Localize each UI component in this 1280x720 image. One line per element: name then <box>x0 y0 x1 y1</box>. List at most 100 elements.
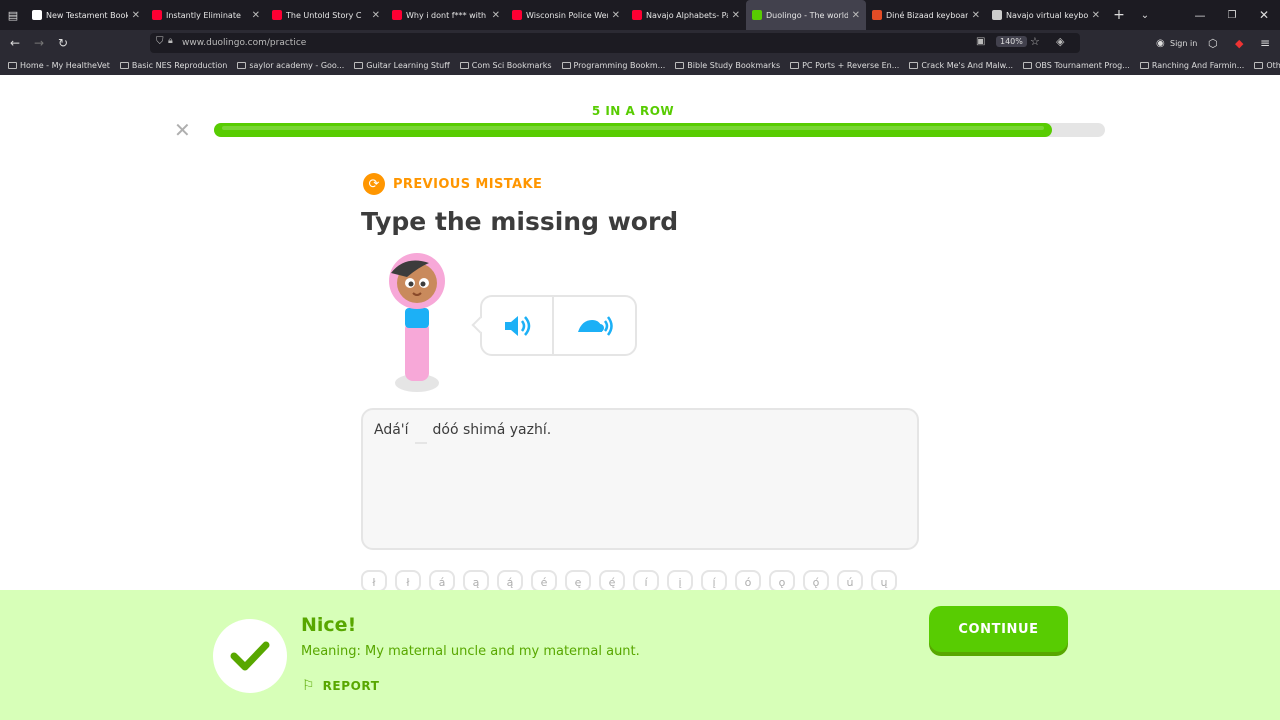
special-char-key[interactable]: ǫ <box>769 570 795 592</box>
special-characters: ł ł á ą ą́ é ę ę́ í į į́ ó ǫ ǫ́ ú ų <box>361 570 897 592</box>
folder-icon <box>237 62 247 69</box>
close-tab-icon[interactable]: ✕ <box>252 10 260 21</box>
progress-track <box>214 123 1105 137</box>
back-icon[interactable]: ← <box>10 36 20 50</box>
bookmark-item[interactable]: Com Sci Bookmarks <box>459 61 552 70</box>
special-char-key[interactable]: ę <box>565 570 591 592</box>
special-char-key[interactable]: ł <box>361 570 387 592</box>
progress-fill <box>214 123 1052 137</box>
speech-bubble <box>471 295 637 356</box>
tab-item[interactable]: Duolingo - The world's ✕ <box>746 0 866 30</box>
account-icon[interactable]: ◉ <box>1156 38 1165 49</box>
url-bar[interactable]: ⛉ 🔒︎ www.duolingo.com/practice 140% ▣ ☆ … <box>150 33 1080 53</box>
special-char-key[interactable]: į <box>667 570 693 592</box>
missing-word-input[interactable] <box>414 422 427 444</box>
ublock-icon[interactable]: ◆ <box>1235 37 1243 50</box>
bookmark-item[interactable]: saylor academy - Goo... <box>237 61 344 70</box>
lock-icon: 🔒︎ <box>168 36 173 46</box>
extensions-icon[interactable]: ⬡ <box>1208 37 1218 50</box>
new-tab-icon[interactable]: + <box>1106 7 1132 23</box>
tab-item[interactable]: Diné Bizaad keyboard ✕ <box>866 0 986 30</box>
restore-icon[interactable]: ❐ <box>1216 10 1248 21</box>
special-char-key[interactable]: ó <box>735 570 761 592</box>
bookmark-item[interactable]: PC Ports + Reverse En... <box>790 61 899 70</box>
tab-label: Duolingo - The world's <box>766 10 848 20</box>
close-tab-icon[interactable]: ✕ <box>732 10 740 21</box>
special-char-key[interactable]: ú <box>837 570 863 592</box>
tab-item[interactable]: Navajo Alphabets- Pari ✕ <box>626 0 746 30</box>
tab-list-icon[interactable]: ▤ <box>0 9 26 22</box>
play-audio-button[interactable] <box>482 297 554 354</box>
report-button[interactable]: ⚐ REPORT <box>302 678 379 694</box>
continue-button[interactable]: CONTINUE <box>929 606 1068 652</box>
bookmark-item[interactable]: OBS Tournament Prog... <box>1023 61 1130 70</box>
close-tab-icon[interactable]: ✕ <box>1092 10 1100 21</box>
bookmark-item[interactable]: Programming Bookm... <box>561 61 666 70</box>
special-char-key[interactable]: ų <box>871 570 897 592</box>
zoom-level[interactable]: 140% <box>996 36 1027 47</box>
special-char-key[interactable]: í <box>633 570 659 592</box>
tab-item[interactable]: Why i dont f*** with ou ✕ <box>386 0 506 30</box>
bookmark-item[interactable]: Other Bookmarks <box>1254 61 1280 70</box>
speaker-icon <box>505 315 531 336</box>
bookmark-label: Guitar Learning Stuff <box>366 61 450 70</box>
special-char-key[interactable]: ł <box>395 570 421 592</box>
reload-icon[interactable]: ↻ <box>58 36 68 50</box>
favicon-icon <box>272 10 282 20</box>
sign-in-link[interactable]: Sign in <box>1170 39 1197 48</box>
bookmark-item[interactable]: Crack Me's And Malw... <box>909 61 1013 70</box>
bookmark-item[interactable]: Ranching And Farmin... <box>1139 61 1245 70</box>
close-tab-icon[interactable]: ✕ <box>852 10 860 21</box>
special-char-key[interactable]: ą́ <box>497 570 523 592</box>
reader-icon[interactable]: ▣ <box>976 36 985 47</box>
tabs: New Testament Books ✕ Instantly Eliminate ✕… <box>26 0 1106 30</box>
minimize-icon[interactable]: — <box>1184 9 1216 22</box>
bookmark-label: Other Bookmarks <box>1266 61 1280 70</box>
folder-icon <box>1254 62 1264 69</box>
turtle-icon <box>577 315 613 336</box>
close-tab-icon[interactable]: ✕ <box>612 10 620 21</box>
special-char-key[interactable]: á <box>429 570 455 592</box>
tab-bar: ▤ New Testament Books ✕ Instantly Eliminat… <box>0 0 1280 30</box>
play-slow-audio-button[interactable] <box>554 297 635 354</box>
sentence-before: Adá'í <box>374 422 409 438</box>
tab-item[interactable]: New Testament Books ✕ <box>26 0 146 30</box>
folder-icon <box>909 62 919 69</box>
bookmark-item[interactable]: Bible Study Bookmarks <box>675 61 780 70</box>
page-title: Type the missing word <box>361 207 679 236</box>
close-lesson-icon[interactable]: ✕ <box>174 120 191 140</box>
close-tab-icon[interactable]: ✕ <box>132 10 140 21</box>
pocket-icon[interactable]: ◈ <box>1056 35 1064 48</box>
bookmark-item[interactable]: Guitar Learning Stuff <box>354 61 450 70</box>
feedback-panel: Nice! Meaning: My maternal uncle and my … <box>0 590 1280 720</box>
tab-label: Why i dont f*** with ou <box>406 10 488 20</box>
tab-label: Navajo virtual keyboar <box>1006 10 1088 20</box>
special-char-key[interactable]: é <box>531 570 557 592</box>
success-badge <box>213 619 287 693</box>
special-char-key[interactable]: į́ <box>701 570 727 592</box>
special-char-key[interactable]: ę́ <box>599 570 625 592</box>
bookmark-item[interactable]: Home - My HealtheVet <box>8 61 110 70</box>
forward-icon[interactable]: → <box>34 36 44 50</box>
close-tab-icon[interactable]: ✕ <box>972 10 980 21</box>
streak-label: 5 IN A ROW <box>591 104 675 118</box>
tab-item[interactable]: Navajo virtual keyboar ✕ <box>986 0 1106 30</box>
repeat-icon: ⟳ <box>363 173 385 195</box>
special-char-key[interactable]: ą <box>463 570 489 592</box>
folder-icon <box>675 62 685 69</box>
close-tab-icon[interactable]: ✕ <box>372 10 380 21</box>
previous-mistake-label: PREVIOUS MISTAKE <box>393 176 543 192</box>
tab-item[interactable]: Wisconsin Police Were ✕ <box>506 0 626 30</box>
bookmark-label: Programming Bookm... <box>573 61 666 70</box>
character-illustration <box>389 253 445 392</box>
bookmark-item[interactable]: Basic NES Reproduction <box>119 61 227 70</box>
bookmark-star-icon[interactable]: ☆ <box>1030 35 1040 48</box>
tab-item[interactable]: Instantly Eliminate ✕ <box>146 0 266 30</box>
tab-item[interactable]: The Untold Story C ✕ <box>266 0 386 30</box>
tab-overflow-icon[interactable]: ⌄ <box>1132 10 1158 21</box>
close-tab-icon[interactable]: ✕ <box>492 10 500 21</box>
menu-icon[interactable]: ≡ <box>1260 36 1270 50</box>
special-char-key[interactable]: ǫ́ <box>803 570 829 592</box>
close-window-icon[interactable]: ✕ <box>1248 8 1280 22</box>
bookmark-label: Ranching And Farmin... <box>1151 61 1245 70</box>
